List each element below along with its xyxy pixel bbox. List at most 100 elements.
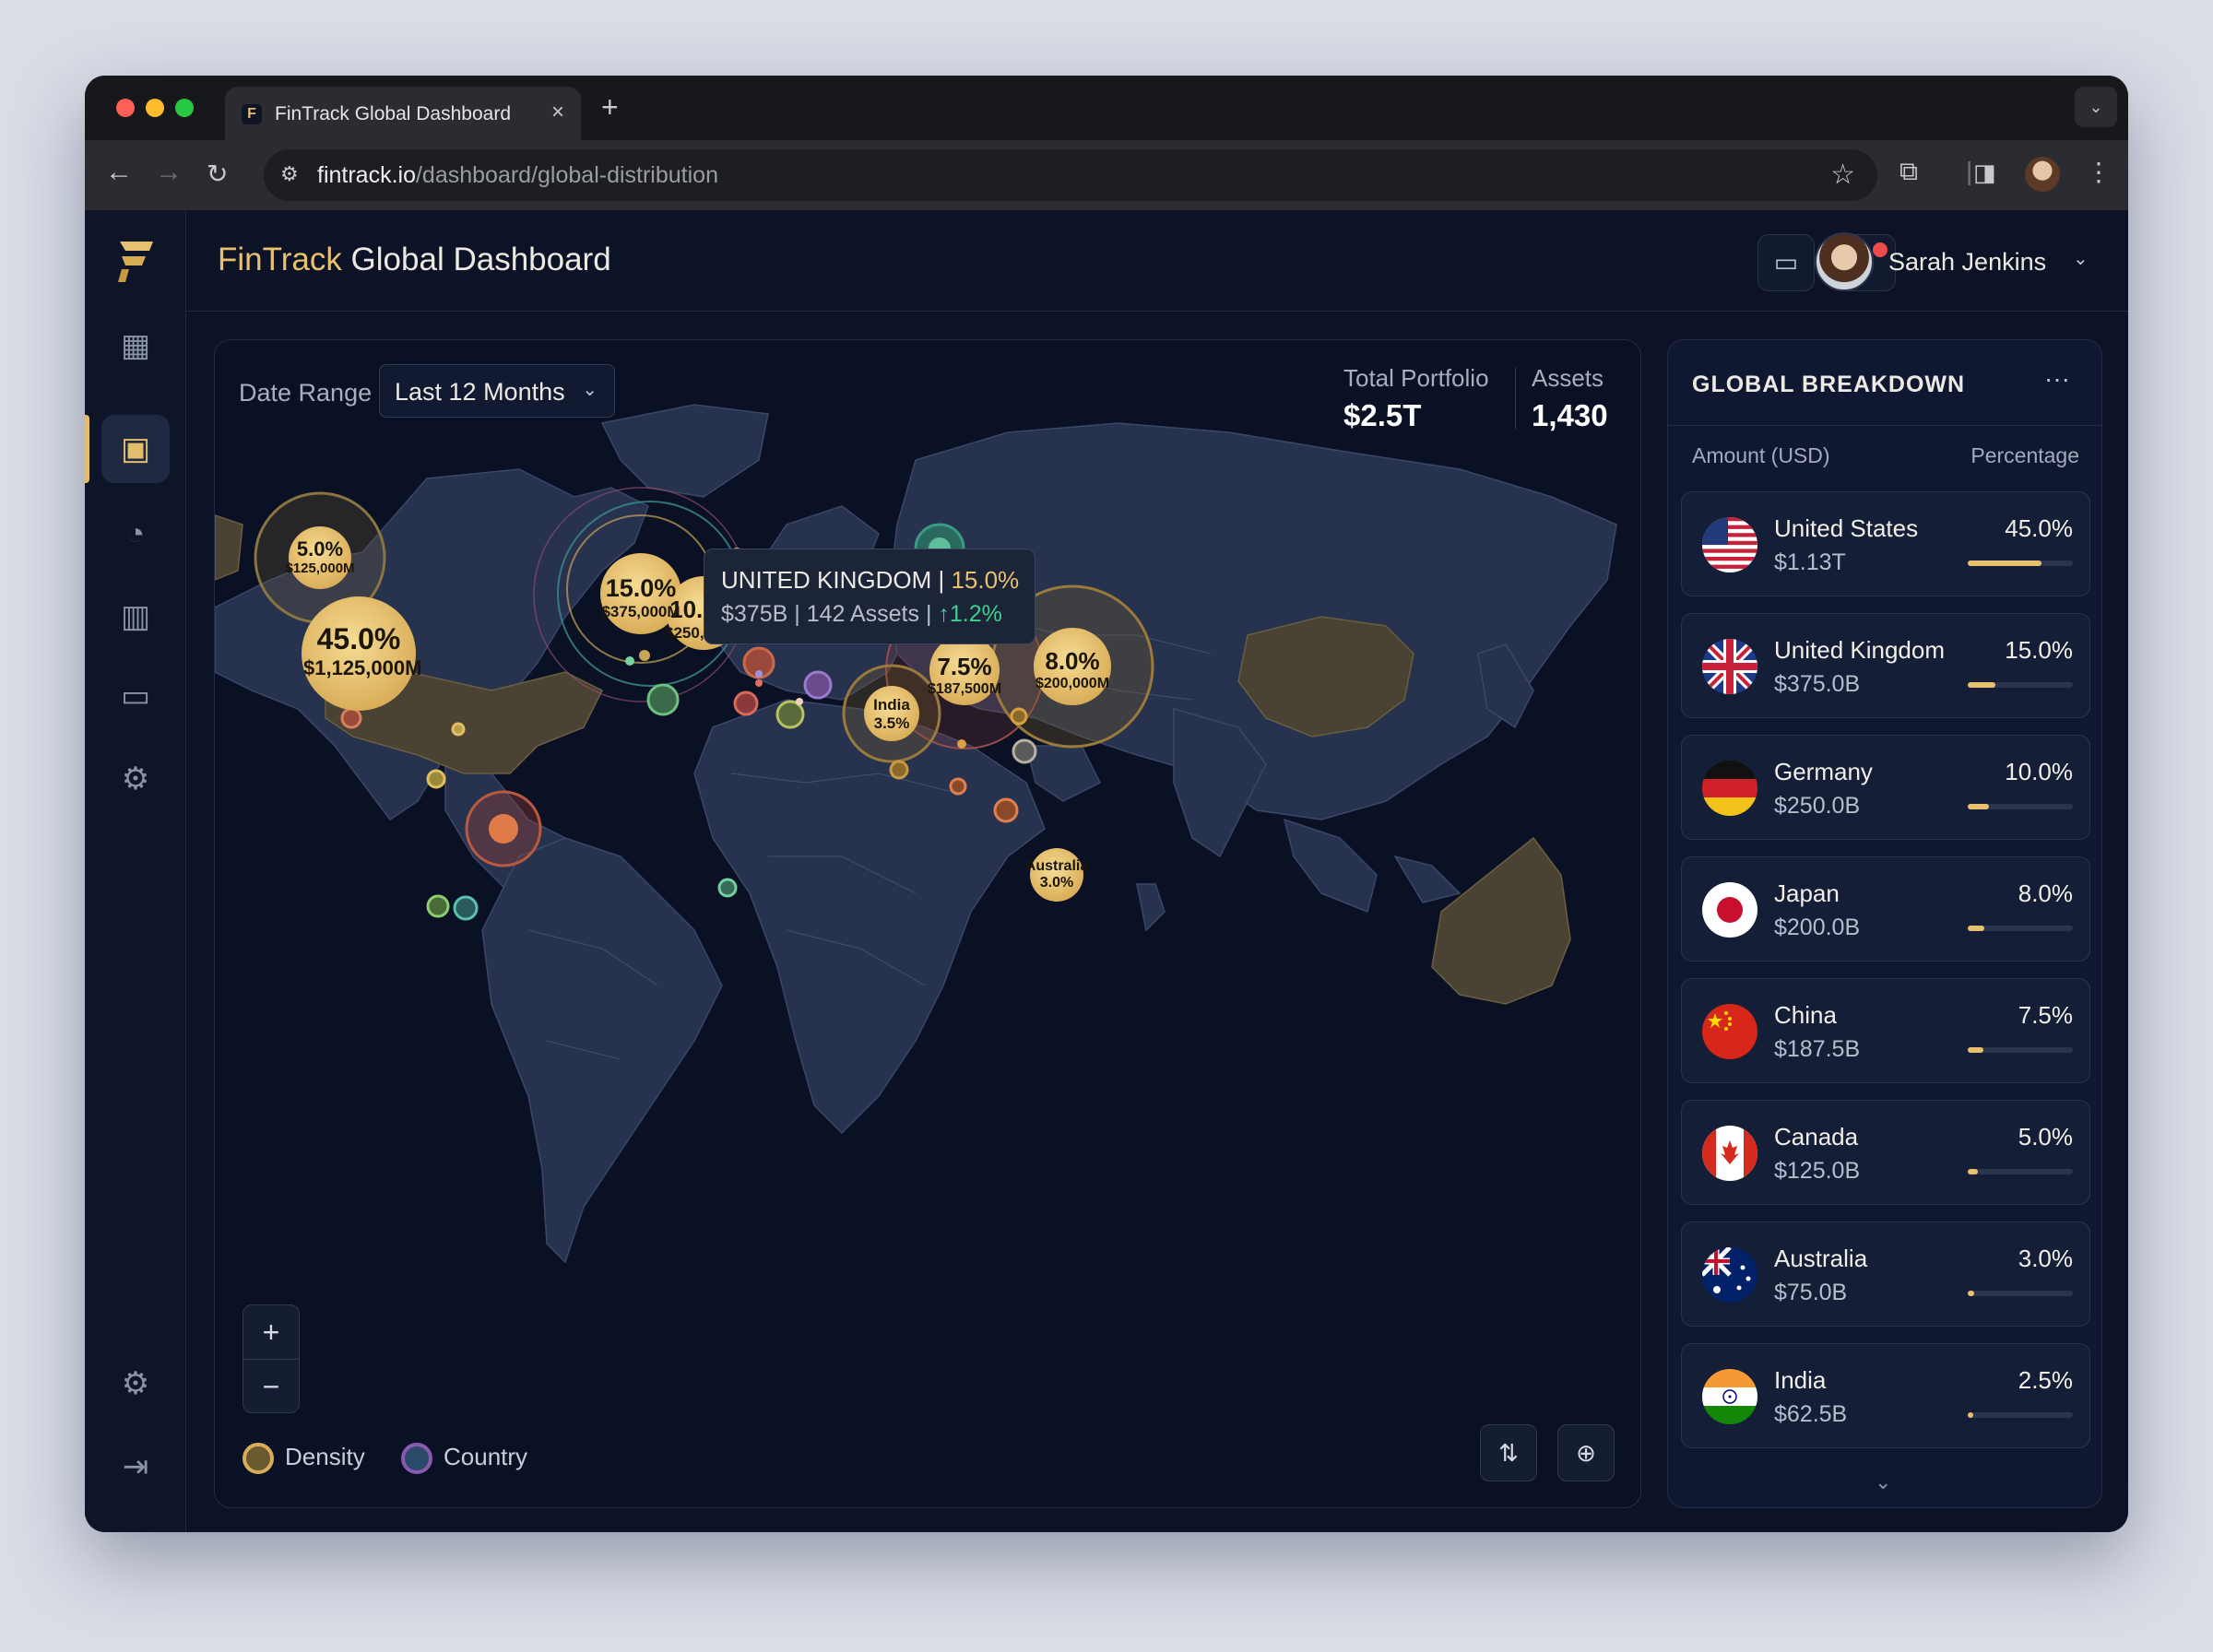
germany-flag-icon xyxy=(1702,761,1757,816)
sidebar-item-analytics[interactable]: ◔ xyxy=(101,500,170,568)
sidebar-item-reports[interactable]: ▣ xyxy=(101,415,170,483)
sidebar-item-preferences[interactable]: ⚙ xyxy=(101,1350,170,1418)
sidebar-item-logout[interactable]: ⇥ xyxy=(101,1433,170,1501)
new-tab-button[interactable]: + xyxy=(601,90,619,124)
bubble-label-japan[interactable]: 8.0% $200,000M xyxy=(1032,647,1113,692)
assets-stat: Assets 1,430 xyxy=(1532,364,1608,432)
logout-icon: ⇥ xyxy=(122,1449,149,1484)
global-breakdown-panel: GLOBAL BREAKDOWN ··· Amount (USD) Percen… xyxy=(1667,339,2102,1508)
close-tab-icon[interactable]: × xyxy=(551,100,564,125)
breakdown-row[interactable]: China $187.5B 7.5% xyxy=(1681,978,2090,1083)
back-icon[interactable]: ← xyxy=(105,157,133,188)
country-legend-icon xyxy=(401,1443,432,1474)
sidebar-item-cards[interactable]: ▭ xyxy=(101,662,170,730)
side-panel-icon[interactable]: ◨ xyxy=(1973,159,1996,187)
browser-tab[interactable]: F FinTrack Global Dashboard × xyxy=(225,87,581,140)
toolbar-divider: | xyxy=(1966,157,1973,185)
folder-button[interactable]: ▭ xyxy=(1757,234,1815,291)
zoom-in-button[interactable]: + xyxy=(243,1305,299,1359)
pie-chart-icon: ◔ xyxy=(125,516,146,551)
share-bar xyxy=(1968,1169,2073,1174)
bookmark-star-icon[interactable]: ☆ xyxy=(1830,159,1855,191)
close-window-button[interactable] xyxy=(116,99,135,117)
legend-country[interactable]: Country xyxy=(444,1443,527,1471)
site-info-icon[interactable]: ⚙ xyxy=(280,162,299,186)
column-amount: Amount (USD) xyxy=(1692,443,1830,467)
browser-menu-icon[interactable]: ⋮ xyxy=(2086,157,2112,187)
fintrack-favicon-icon: F xyxy=(242,104,262,124)
breakdown-row[interactable]: India $62.5B 2.5% xyxy=(1681,1343,2090,1448)
divider xyxy=(1668,425,2101,426)
more-options-icon[interactable]: ··· xyxy=(2044,364,2070,394)
map-layers-button[interactable]: ⇅ xyxy=(1480,1424,1537,1481)
share-bar-fill xyxy=(1968,1047,1984,1053)
country-name: India xyxy=(1774,1366,1827,1394)
tab-search-button[interactable]: ⌄ xyxy=(2075,87,2117,127)
breakdown-row[interactable]: Germany $250.0B 10.0% xyxy=(1681,735,2090,840)
bubble-label-australia[interactable]: Australia 3.0% xyxy=(1020,858,1094,892)
country-name: Australia xyxy=(1774,1245,1868,1272)
date-range-value: Last 12 Months xyxy=(395,378,565,406)
scroll-down-icon[interactable]: ⌄ xyxy=(1875,1470,1891,1494)
share-bar xyxy=(1968,1047,2073,1053)
breakdown-row[interactable]: United Kingdom $375.0B 15.0% xyxy=(1681,613,2090,718)
india-flag-icon xyxy=(1702,1369,1757,1424)
chevron-down-icon: ⌄ xyxy=(582,380,598,400)
legend-density[interactable]: Density xyxy=(285,1443,365,1471)
address-bar[interactable]: ⚙ fintrack.io/dashboard/global-distribut… xyxy=(264,149,1877,201)
map-zoom-button[interactable]: ⊕ xyxy=(1557,1424,1615,1481)
country-percentage: 10.0% xyxy=(2005,758,2073,785)
bubble-label-india[interactable]: India 3.5% xyxy=(864,696,919,732)
country-name: Canada xyxy=(1774,1123,1859,1150)
page-title: FinTrack Global Dashboard xyxy=(218,242,611,277)
notification-badge xyxy=(1873,242,1888,257)
column-percentage: Percentage xyxy=(1970,443,2079,467)
world-map[interactable] xyxy=(215,340,1641,1508)
bubble-label-us[interactable]: 45.0% $1,125,000M xyxy=(303,622,421,679)
reload-icon[interactable]: ↻ xyxy=(207,159,228,189)
breakdown-row[interactable]: Canada $125.0B 5.0% xyxy=(1681,1100,2090,1205)
country-amount: $187.5B xyxy=(1774,1036,1861,1062)
breakdown-row[interactable]: United States $1.13T 45.0% xyxy=(1681,491,2090,596)
share-bar-fill xyxy=(1968,560,2041,566)
bubble-label-china[interactable]: 7.5% $187,500M xyxy=(927,653,1002,698)
share-bar xyxy=(1968,560,2073,566)
share-bar-fill xyxy=(1968,1169,1979,1174)
browser-profile-avatar[interactable] xyxy=(2025,157,2060,192)
folder-icon: ▭ xyxy=(1773,248,1799,277)
zoom-out-button[interactable]: − xyxy=(243,1359,299,1412)
breakdown-row[interactable]: Japan $200.0B 8.0% xyxy=(1681,856,2090,962)
bubble-label-canada[interactable]: 5.0% $125,000M xyxy=(279,537,361,577)
user-name[interactable]: Sarah Jenkins xyxy=(1888,248,2046,277)
country-amount: $1.13T xyxy=(1774,549,1846,575)
app-root: ▦ ▣ ◔ ▥ ▭ ⚙ ⚙ ⇥ FinTrack Global Dashboar… xyxy=(85,210,2128,1532)
stat-divider xyxy=(1515,368,1516,429)
share-bar xyxy=(1968,804,2073,809)
share-bar-fill xyxy=(1968,682,1995,688)
share-bar-fill xyxy=(1968,1412,1973,1418)
user-avatar[interactable] xyxy=(1815,232,1874,291)
share-bar-fill xyxy=(1968,804,1989,809)
country-amount: $250.0B xyxy=(1774,793,1861,819)
extensions-icon[interactable]: ⧉ xyxy=(1899,157,1918,187)
url-text: fintrack.io/dashboard/global-distributio… xyxy=(317,162,718,188)
settings-icon: ⚙ xyxy=(121,1366,150,1401)
tab-title: FinTrack Global Dashboard xyxy=(275,103,511,124)
breakdown-row[interactable]: Australia $75.0B 3.0% xyxy=(1681,1221,2090,1327)
uk-flag-icon xyxy=(1702,639,1757,694)
date-range-select[interactable]: Last 12 Months ⌄ xyxy=(379,364,615,418)
sidebar-item-charts[interactable]: ▥ xyxy=(101,583,170,651)
chevron-down-icon[interactable]: ⌄ xyxy=(2073,247,2089,270)
country-name: Japan xyxy=(1774,879,1840,907)
card-icon: ▭ xyxy=(120,678,151,714)
forward-icon[interactable]: → xyxy=(155,157,183,188)
australia-flag-icon xyxy=(1702,1247,1757,1303)
country-percentage: 45.0% xyxy=(2005,514,2073,542)
minimize-window-button[interactable] xyxy=(146,99,164,117)
browser-window: F FinTrack Global Dashboard × + ⌄ ← → ↻ … xyxy=(85,76,2128,1532)
sidebar-item-settings[interactable]: ⚙ xyxy=(101,745,170,813)
country-amount: $75.0B xyxy=(1774,1280,1848,1305)
maximize-window-button[interactable] xyxy=(175,99,194,117)
sidebar-item-dashboard[interactable]: ▦ xyxy=(101,312,170,380)
country-percentage: 2.5% xyxy=(2018,1366,2073,1394)
